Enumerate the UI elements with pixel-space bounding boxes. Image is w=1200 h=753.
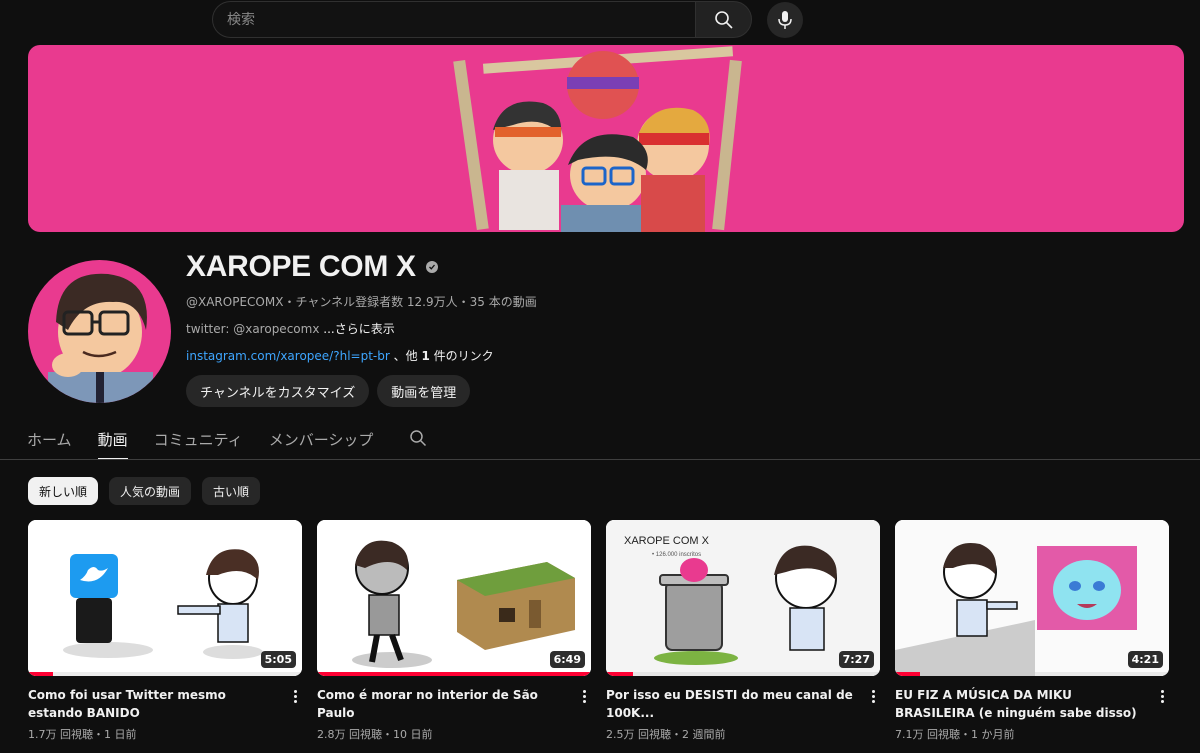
- search-button[interactable]: [695, 1, 752, 38]
- watch-progress-fill: [28, 672, 53, 676]
- video-thumbnail[interactable]: 4:21: [895, 520, 1169, 676]
- video-views: 2.5万 回視聴: [606, 728, 671, 741]
- video-info: Por isso eu DESISTI do meu canal de 100K…: [606, 686, 880, 742]
- manage-videos-button[interactable]: 動画を管理: [377, 375, 471, 407]
- links-count[interactable]: 1: [421, 349, 429, 363]
- chip-newest[interactable]: 新しい順: [28, 477, 99, 505]
- channel-search-button[interactable]: [409, 423, 427, 451]
- watch-progress-bar: [606, 672, 880, 676]
- video-thumbnail[interactable]: XAROPE COM X • 126.000 inscritos 7:27: [606, 520, 880, 676]
- chip-popular[interactable]: 人気の動画: [109, 477, 192, 505]
- meta-dot: ・: [960, 728, 971, 741]
- search-icon: [714, 10, 733, 29]
- meta-separator: ・: [457, 295, 470, 309]
- video-grid: 5:05 Como foi usar Twitter mesmo estando…: [28, 520, 1169, 742]
- video-card[interactable]: 6:49 Como é morar no interior de São Pau…: [317, 520, 591, 742]
- more-actions-icon[interactable]: [866, 686, 880, 742]
- channel-links: instagram.com/xaropee/?hl=pt-br 、他 1 件のリ…: [186, 347, 494, 364]
- microphone-icon: [778, 10, 792, 29]
- video-age: 1 日前: [104, 728, 137, 741]
- video-meta: 2.8万 回視聴・10 日前: [317, 726, 567, 742]
- voice-search-button[interactable]: [767, 1, 803, 38]
- channel-name: XAROPE COM X: [186, 250, 438, 284]
- meta-dot: ・: [382, 728, 393, 741]
- thumb-channel-name: XAROPE COM X: [624, 535, 710, 547]
- meta-dot: ・: [93, 728, 104, 741]
- video-meta: 7.1万 回視聴・1 か月前: [895, 726, 1145, 742]
- meta-dot: ・: [671, 728, 682, 741]
- show-more-link[interactable]: ...さらに表示: [323, 322, 394, 336]
- banner-artwork: [453, 46, 742, 232]
- subscriber-count: チャンネル登録者数 12.9万人: [295, 295, 458, 309]
- links-suffix: 、他: [389, 349, 422, 363]
- instagram-link[interactable]: instagram.com/xaropee/?hl=pt-br: [186, 349, 390, 363]
- search-bar: [212, 1, 803, 38]
- video-info: EU FIZ A MÚSICA DA MIKU BRASILEIRA (e ni…: [895, 686, 1169, 742]
- avatar-illustration: [48, 273, 153, 403]
- video-views: 2.8万 回視聴: [317, 728, 382, 741]
- video-card[interactable]: XAROPE COM X • 126.000 inscritos 7:27 Po…: [606, 520, 880, 742]
- watch-progress-fill: [606, 672, 634, 676]
- channel-name-text: XAROPE COM X: [186, 250, 416, 283]
- video-meta: 1.7万 回視聴・1 日前: [28, 726, 278, 742]
- video-age: 10 日前: [393, 728, 433, 741]
- channel-tabs: ホーム 動画 コミュニティ メンバーシップ: [27, 423, 427, 460]
- video-info: Como foi usar Twitter mesmo estando BANI…: [28, 686, 302, 742]
- video-views: 1.7万 回視聴: [28, 728, 93, 741]
- tabs-divider: [0, 459, 1200, 460]
- video-info: Como é morar no interior de São Paulo 2.…: [317, 686, 591, 742]
- video-thumbnail[interactable]: 6:49: [317, 520, 591, 676]
- video-meta: 2.5万 回視聴・2 週間前: [606, 726, 856, 742]
- channel-actions: チャンネルをカスタマイズ 動画を管理: [186, 375, 471, 407]
- video-title[interactable]: Como foi usar Twitter mesmo estando BANI…: [28, 686, 278, 722]
- watch-progress-bar: [895, 672, 1169, 676]
- description-text: twitter: @xaropecomx: [186, 322, 320, 336]
- more-actions-icon[interactable]: [288, 686, 302, 742]
- channel-handle: @XAROPECOMX: [186, 295, 284, 309]
- video-card[interactable]: 5:05 Como foi usar Twitter mesmo estando…: [28, 520, 302, 742]
- more-actions-icon[interactable]: [1155, 686, 1169, 742]
- watch-progress-fill: [895, 672, 920, 676]
- video-age: 2 週間前: [682, 728, 726, 741]
- tab-membership[interactable]: メンバーシップ: [269, 423, 374, 460]
- video-duration: 6:49: [549, 651, 585, 668]
- channel-avatar[interactable]: [28, 260, 171, 403]
- meta-separator: ・: [283, 295, 296, 309]
- channel-description[interactable]: twitter: @xaropecomx ...さらに表示: [186, 320, 395, 337]
- channel-banner: [28, 45, 1184, 232]
- chip-oldest[interactable]: 古い順: [202, 477, 261, 505]
- watch-progress-bar: [28, 672, 302, 676]
- video-age: 1 か月前: [971, 728, 1015, 741]
- video-title[interactable]: EU FIZ A MÚSICA DA MIKU BRASILEIRA (e ni…: [895, 686, 1145, 722]
- video-count: 35 本の動画: [469, 295, 537, 309]
- links-suffix-2[interactable]: 件のリンク: [430, 349, 494, 363]
- watch-progress-fill: [317, 672, 591, 676]
- more-actions-icon[interactable]: [577, 686, 591, 742]
- tab-community[interactable]: コミュニティ: [154, 423, 243, 460]
- search-icon: [410, 430, 427, 447]
- watch-progress-bar: [317, 672, 591, 676]
- video-card[interactable]: 4:21 EU FIZ A MÚSICA DA MIKU BRASILEIRA …: [895, 520, 1169, 742]
- video-duration: 7:27: [838, 651, 874, 668]
- channel-meta: @XAROPECOMX・チャンネル登録者数 12.9万人・35 本の動画: [186, 293, 537, 310]
- video-views: 7.1万 回視聴: [895, 728, 960, 741]
- video-title[interactable]: Por isso eu DESISTI do meu canal de 100K…: [606, 686, 856, 722]
- search-input[interactable]: [212, 1, 695, 38]
- video-thumbnail[interactable]: 5:05: [28, 520, 302, 676]
- customize-channel-button[interactable]: チャンネルをカスタマイズ: [186, 375, 370, 407]
- thumb-subscribers: • 126.000 inscritos: [652, 552, 701, 558]
- video-duration: 4:21: [1127, 651, 1163, 668]
- tab-home[interactable]: ホーム: [27, 423, 72, 460]
- video-duration: 5:05: [260, 651, 296, 668]
- sort-chips: 新しい順 人気の動画 古い順: [28, 477, 261, 505]
- video-title[interactable]: Como é morar no interior de São Paulo: [317, 686, 567, 722]
- verified-badge-icon: [425, 261, 438, 273]
- tab-videos[interactable]: 動画: [97, 423, 128, 460]
